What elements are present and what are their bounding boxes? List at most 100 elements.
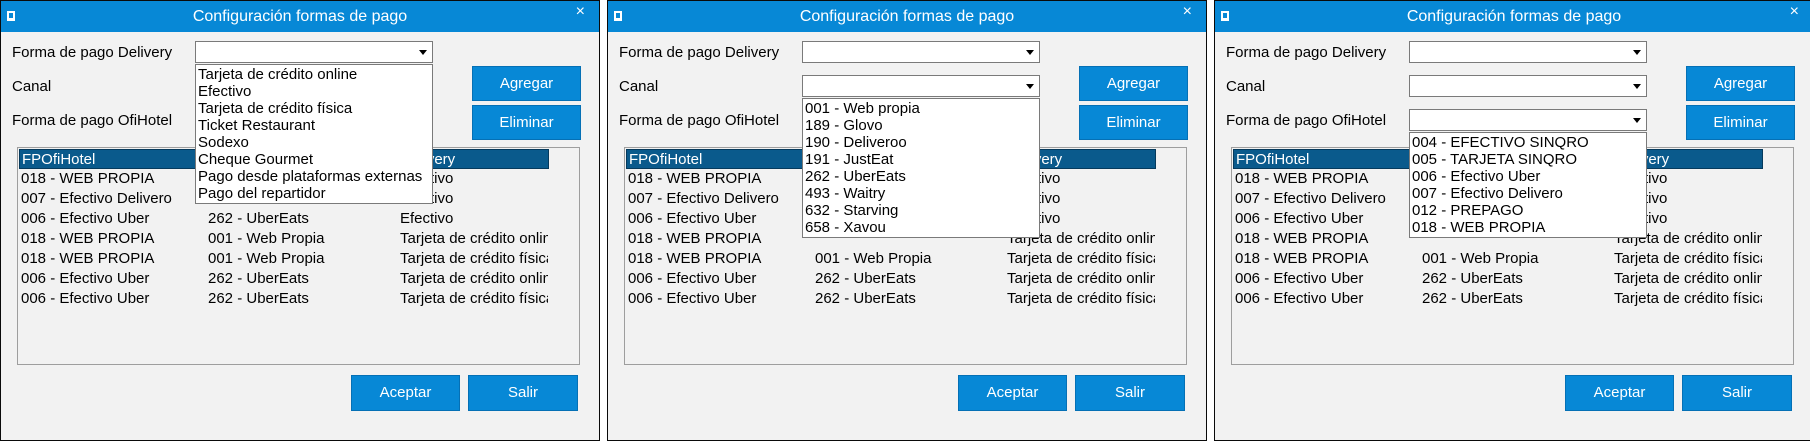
- close-icon[interactable]: ×: [1183, 2, 1192, 22]
- agregar-button[interactable]: Agregar: [1079, 66, 1188, 101]
- dropdown-option[interactable]: Sodexo: [196, 134, 432, 151]
- dropdown-option[interactable]: 262 - UberEats: [803, 168, 1039, 185]
- chevron-down-icon: [1633, 50, 1641, 55]
- canal-label: Canal: [619, 78, 659, 95]
- chevron-down-icon: [419, 50, 427, 55]
- title-bar[interactable]: Configuración formas de pago ×: [1, 1, 599, 32]
- table-row[interactable]: 018 - WEB PROPIA 001 - Web Propia Tarjeta …: [18, 249, 579, 269]
- cell-delivery: Tarjeta de crédito online: [400, 230, 548, 247]
- delivery-payment-dropdown-list[interactable]: Tarjeta de crédito online Efectivo Tarje…: [195, 64, 433, 204]
- table-row[interactable]: 006 - Efectivo Uber 262 - UberEats Tarjeta…: [18, 269, 579, 289]
- window-title: Configuración formas de pago: [1406, 8, 1622, 25]
- dropdown-option[interactable]: 191 - JustEat: [803, 151, 1039, 168]
- delivery-payment-combo[interactable]: [195, 41, 433, 63]
- canal-combo[interactable]: [802, 75, 1040, 97]
- cell-canal: 262 - UberEats: [208, 290, 309, 307]
- cell-fpofihotel: 006 - Efectivo Uber: [21, 210, 150, 227]
- ofihotel-payment-label: Forma de pago OfiHotel: [12, 112, 173, 129]
- cell-fpofihotel: 018 - WEB PROPIA: [628, 170, 762, 187]
- window-title: Configuración formas de pago: [192, 8, 408, 25]
- cell-delivery: Tarjeta de crédito online: [400, 270, 548, 287]
- grid-header-fpofihotel[interactable]: FPOfiHotel: [1236, 151, 1309, 168]
- aceptar-button[interactable]: Aceptar: [958, 375, 1067, 411]
- delivery-payment-combo[interactable]: [1409, 41, 1647, 63]
- dropdown-option[interactable]: 018 - WEB PROPIA: [1410, 219, 1646, 236]
- payment-config-window: Configuración formas de pago × Forma de …: [0, 0, 600, 441]
- cell-fpofihotel: 018 - WEB PROPIA: [628, 230, 762, 247]
- payment-config-window: Configuración formas de pago × Forma de …: [1214, 0, 1810, 441]
- cell-canal: 001 - Web Propia: [815, 250, 932, 267]
- cell-canal: 262 - UberEats: [1422, 270, 1523, 287]
- chevron-down-icon: [1633, 118, 1641, 123]
- table-row[interactable]: 006 - Efectivo Uber 262 - UberEats Tarjeta…: [1232, 269, 1793, 289]
- cell-canal: 262 - UberEats: [208, 270, 309, 287]
- title-bar[interactable]: Configuración formas de pago ×: [1215, 1, 1810, 32]
- cell-delivery: Tarjeta de crédito física: [1007, 290, 1155, 307]
- dropdown-option[interactable]: Pago del repartidor: [196, 185, 432, 202]
- salir-button[interactable]: Salir: [468, 375, 578, 411]
- cell-canal: 262 - UberEats: [815, 290, 916, 307]
- table-row[interactable]: 006 - Efectivo Uber 262 - UberEats Tarjeta…: [625, 269, 1186, 289]
- canal-label: Canal: [1226, 78, 1266, 95]
- table-row[interactable]: 006 - Efectivo Uber 262 - UberEats Tarjeta…: [625, 289, 1186, 309]
- grid-header-fpofihotel[interactable]: FPOfiHotel: [629, 151, 702, 168]
- cell-fpofihotel: 006 - Efectivo Uber: [628, 270, 757, 287]
- title-bar[interactable]: Configuración formas de pago ×: [608, 1, 1206, 32]
- dropdown-option[interactable]: 493 - Waitry: [803, 185, 1039, 202]
- eliminar-button[interactable]: Eliminar: [1079, 105, 1188, 140]
- dropdown-option[interactable]: 658 - Xavou: [803, 219, 1039, 236]
- table-row[interactable]: 018 - WEB PROPIA 001 - Web Propia Tarjeta …: [625, 249, 1186, 269]
- salir-button[interactable]: Salir: [1075, 375, 1185, 411]
- delivery-payment-combo[interactable]: [802, 41, 1040, 63]
- grid-header-fpofihotel[interactable]: FPOfiHotel: [22, 151, 95, 168]
- eliminar-button[interactable]: Eliminar: [1686, 105, 1795, 140]
- dropdown-option[interactable]: 005 - TARJETA SINQRO: [1410, 151, 1646, 168]
- aceptar-button[interactable]: Aceptar: [351, 375, 460, 411]
- table-row[interactable]: 006 - Efectivo Uber 262 - UberEats Tarjeta…: [1232, 289, 1793, 309]
- dropdown-option[interactable]: Cheque Gourmet: [196, 151, 432, 168]
- delivery-payment-label: Forma de pago Delivery: [619, 44, 780, 61]
- dropdown-option[interactable]: Efectivo: [196, 83, 432, 100]
- dropdown-option[interactable]: 006 - Efectivo Uber: [1410, 168, 1646, 185]
- cell-canal: 001 - Web Propia: [208, 250, 325, 267]
- table-row[interactable]: 006 - Efectivo Uber 262 - UberEats Tarjeta…: [18, 289, 579, 309]
- cell-delivery: Tarjeta de crédito física: [1614, 250, 1762, 267]
- dropdown-option[interactable]: 004 - EFECTIVO SINQRO: [1410, 134, 1646, 151]
- payment-config-window: Configuración formas de pago × Forma de …: [607, 0, 1207, 441]
- cell-delivery: Tarjeta de crédito física: [1614, 290, 1762, 307]
- close-icon[interactable]: ×: [576, 2, 585, 22]
- dropdown-option[interactable]: 190 - Deliveroo: [803, 134, 1039, 151]
- cell-fpofihotel: 007 - Efectivo Delivero: [1235, 190, 1386, 207]
- dropdown-option[interactable]: 189 - Glovo: [803, 117, 1039, 134]
- agregar-button[interactable]: Agregar: [1686, 66, 1795, 101]
- agregar-button[interactable]: Agregar: [472, 66, 581, 101]
- dropdown-option[interactable]: 632 - Starving: [803, 202, 1039, 219]
- dropdown-option[interactable]: Tarjeta de crédito física: [196, 100, 432, 117]
- canal-dropdown-list[interactable]: 001 - Web propia 189 - Glovo 190 - Deliv…: [802, 98, 1040, 238]
- dropdown-option[interactable]: Tarjeta de crédito online: [196, 66, 432, 83]
- canal-combo[interactable]: [1409, 75, 1647, 97]
- canal-label: Canal: [12, 78, 52, 95]
- dropdown-option[interactable]: Pago desde plataformas externas: [196, 168, 432, 185]
- salir-button[interactable]: Salir: [1682, 375, 1792, 411]
- table-row[interactable]: 018 - WEB PROPIA 001 - Web Propia Tarjeta …: [1232, 249, 1793, 269]
- table-row[interactable]: 018 - WEB PROPIA 001 - Web Propia Tarjeta …: [18, 229, 579, 249]
- dropdown-option[interactable]: 001 - Web propia: [803, 100, 1039, 117]
- eliminar-button[interactable]: Eliminar: [472, 105, 581, 140]
- cell-delivery: Tarjeta de crédito física: [400, 290, 548, 307]
- table-row[interactable]: 006 - Efectivo Uber 262 - UberEats Efectiv…: [18, 209, 579, 229]
- cell-fpofihotel: 006 - Efectivo Uber: [1235, 290, 1364, 307]
- cell-canal: 001 - Web Propia: [1422, 250, 1539, 267]
- dropdown-option[interactable]: 012 - PREPAGO: [1410, 202, 1646, 219]
- dropdown-option[interactable]: 007 - Efectivo Delivero: [1410, 185, 1646, 202]
- close-icon[interactable]: ×: [1790, 2, 1799, 22]
- ofihotel-payment-combo[interactable]: [1409, 109, 1647, 131]
- cell-canal: 001 - Web Propia: [208, 230, 325, 247]
- aceptar-button[interactable]: Aceptar: [1565, 375, 1674, 411]
- cell-delivery: Tarjeta de crédito física: [1007, 250, 1155, 267]
- dropdown-option[interactable]: Ticket Restaurant: [196, 117, 432, 134]
- delivery-payment-label: Forma de pago Delivery: [12, 44, 173, 61]
- ofihotel-dropdown-list[interactable]: 004 - EFECTIVO SINQRO 005 - TARJETA SINQ…: [1409, 132, 1647, 238]
- cell-canal: 262 - UberEats: [1422, 290, 1523, 307]
- cell-canal: 262 - UberEats: [208, 210, 309, 227]
